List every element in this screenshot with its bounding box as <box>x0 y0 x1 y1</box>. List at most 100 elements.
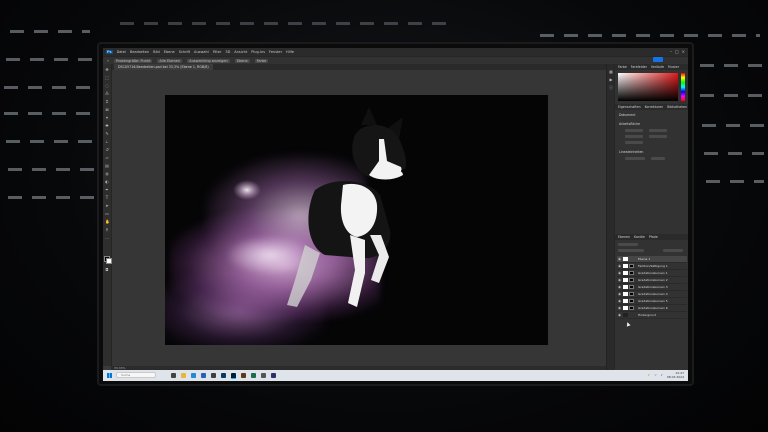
layer-row[interactable]: ◉ Ebene 1 <box>617 256 687 263</box>
lightroom-icon[interactable] <box>221 373 226 378</box>
menu-item[interactable]: Ebene <box>164 50 175 54</box>
menu-item[interactable]: Datei <box>117 50 126 54</box>
canvas-y-field[interactable] <box>649 135 667 138</box>
menu-item[interactable]: 3D <box>225 50 230 54</box>
tab-paths[interactable]: Pfade <box>649 234 658 240</box>
eye-icon[interactable]: ◉ <box>618 299 621 303</box>
menu-item[interactable]: Auswahl <box>194 50 209 54</box>
resolution-field[interactable] <box>625 141 643 144</box>
close-icon[interactable]: × <box>682 49 685 54</box>
canvas-width-field[interactable] <box>625 129 643 132</box>
tab-properties[interactable]: Eigenschaften <box>618 104 641 110</box>
tab-color[interactable]: Farbe <box>618 64 627 70</box>
type-tool-icon[interactable]: T <box>105 196 109 200</box>
shape-tool-icon[interactable]: ▭ <box>105 212 109 216</box>
frame-tool-icon[interactable]: ⊠ <box>105 108 109 112</box>
eye-icon[interactable]: ◉ <box>618 271 621 275</box>
units-dropdown[interactable] <box>651 157 665 160</box>
more-tools-icon[interactable]: … <box>105 236 109 240</box>
taskbar-search-input[interactable]: Suche <box>116 372 156 378</box>
color-picker-field[interactable] <box>618 73 678 101</box>
menu-item[interactable]: Fenster <box>269 50 282 54</box>
tab-patterns[interactable]: Muster <box>668 64 679 70</box>
option-color[interactable]: Farbe <box>254 58 269 63</box>
hand-tool-icon[interactable]: ✋ <box>105 220 110 224</box>
eyedropper-tool-icon[interactable]: ⌖ <box>105 116 109 120</box>
crop-tool-icon[interactable]: ⌗ <box>105 100 109 104</box>
tab-layers[interactable]: Ebenen <box>618 234 630 240</box>
eyedropper-icon[interactable]: ⌖ <box>107 59 109 63</box>
layer-row[interactable]: ◉ Gradationskurven 6 <box>617 305 687 312</box>
quick-select-tool-icon[interactable]: ⁂ <box>105 92 109 96</box>
gradient-tool-icon[interactable]: ▤ <box>105 164 109 168</box>
explorer-icon[interactable] <box>181 373 186 378</box>
eraser-tool-icon[interactable]: ▱ <box>105 156 109 160</box>
app-icon[interactable] <box>251 373 256 378</box>
brush-tool-icon[interactable]: ✎ <box>105 132 109 136</box>
opacity-field[interactable] <box>663 249 683 252</box>
section-ruler-units[interactable]: Linealeinheiten <box>619 150 643 154</box>
hue-slider[interactable] <box>681 73 685 101</box>
app-icon[interactable] <box>261 373 266 378</box>
menu-item[interactable]: Bild <box>153 50 160 54</box>
minimize-icon[interactable]: – <box>670 49 672 54</box>
zoom-tool-icon[interactable]: ⚲ <box>105 228 109 232</box>
eye-icon[interactable]: ◉ <box>618 306 621 310</box>
pen-tool-icon[interactable]: ✒ <box>105 188 109 192</box>
app-icon[interactable] <box>271 373 276 378</box>
task-view-icon[interactable] <box>171 373 176 378</box>
info-panel-icon[interactable]: ⓘ <box>609 86 613 90</box>
stamp-tool-icon[interactable]: ⊥ <box>105 140 109 144</box>
wifi-icon[interactable]: ⌔ <box>654 373 657 378</box>
mail-icon[interactable] <box>201 373 206 378</box>
canvas-x-field[interactable] <box>649 129 667 132</box>
menu-item[interactable]: Hilfe <box>286 50 294 54</box>
tab-libraries[interactable]: Bibliotheken <box>667 104 687 110</box>
eye-icon[interactable]: ◉ <box>618 313 621 317</box>
menu-item[interactable]: Ansicht <box>234 50 247 54</box>
actions-panel-icon[interactable]: ▶ <box>609 78 613 82</box>
tab-adjustments[interactable]: Korrekturen <box>645 104 664 110</box>
marquee-tool-icon[interactable]: ⬚ <box>105 76 109 80</box>
photoshop-taskbar-icon[interactable] <box>231 373 236 379</box>
clock[interactable]: 12:47 08.03.2024 <box>667 371 684 379</box>
option-show-ring[interactable]: Auswahlring anzeigen <box>187 58 230 63</box>
option-layer[interactable]: Ebene <box>234 58 250 63</box>
canvas-height-field[interactable] <box>625 135 643 138</box>
dodge-tool-icon[interactable]: ◐ <box>105 180 109 184</box>
layer-row[interactable]: ◉ Gradationskurven 3 <box>617 284 687 291</box>
maximize-icon[interactable]: □ <box>675 49 679 54</box>
move-tool-icon[interactable]: ✥ <box>105 68 109 72</box>
share-button[interactable] <box>653 57 663 62</box>
windows-start-icon[interactable] <box>107 373 112 378</box>
history-panel-icon[interactable]: ▦ <box>609 70 613 74</box>
eye-icon[interactable]: ◉ <box>618 285 621 289</box>
layer-row[interactable]: ◉ Hintergrund <box>617 312 687 319</box>
layer-row[interactable]: ◉ Farbton/Sättigung 1 <box>617 263 687 270</box>
blur-tool-icon[interactable]: ◍ <box>105 172 109 176</box>
menu-item[interactable]: Schrift <box>179 50 190 54</box>
store-icon[interactable] <box>211 373 216 378</box>
layer-row[interactable]: ◉ Gradationskurven 4 <box>617 291 687 298</box>
blend-mode-dropdown[interactable] <box>618 249 644 252</box>
tab-channels[interactable]: Kanäle <box>634 234 645 240</box>
layer-row[interactable]: ◉ Gradationskurven 1 <box>617 270 687 277</box>
menu-item[interactable]: Plug-ins <box>251 50 265 54</box>
eye-icon[interactable]: ◉ <box>618 292 621 296</box>
history-brush-tool-icon[interactable]: ↺ <box>105 148 109 152</box>
menu-item[interactable]: Filter <box>213 50 222 54</box>
units-dropdown[interactable] <box>625 157 645 160</box>
eye-icon[interactable]: ◉ <box>618 264 621 268</box>
layer-filter-dropdown[interactable] <box>618 243 638 246</box>
lasso-tool-icon[interactable]: ◌ <box>105 84 109 88</box>
quick-mask-icon[interactable]: ◘ <box>105 268 109 272</box>
path-select-tool-icon[interactable]: ➤ <box>105 204 109 208</box>
menu-item[interactable]: Bearbeiten <box>130 50 149 54</box>
bridge-icon[interactable] <box>241 373 246 378</box>
layer-row[interactable]: ◉ Gradationskurven 2 <box>617 277 687 284</box>
option-sample-layers[interactable]: Alle Ebenen <box>157 58 183 63</box>
eye-icon[interactable]: ◉ <box>618 257 621 261</box>
eye-icon[interactable]: ◉ <box>618 278 621 282</box>
healing-tool-icon[interactable]: ✚ <box>105 124 109 128</box>
weather-icon[interactable]: ☀ <box>647 373 650 378</box>
